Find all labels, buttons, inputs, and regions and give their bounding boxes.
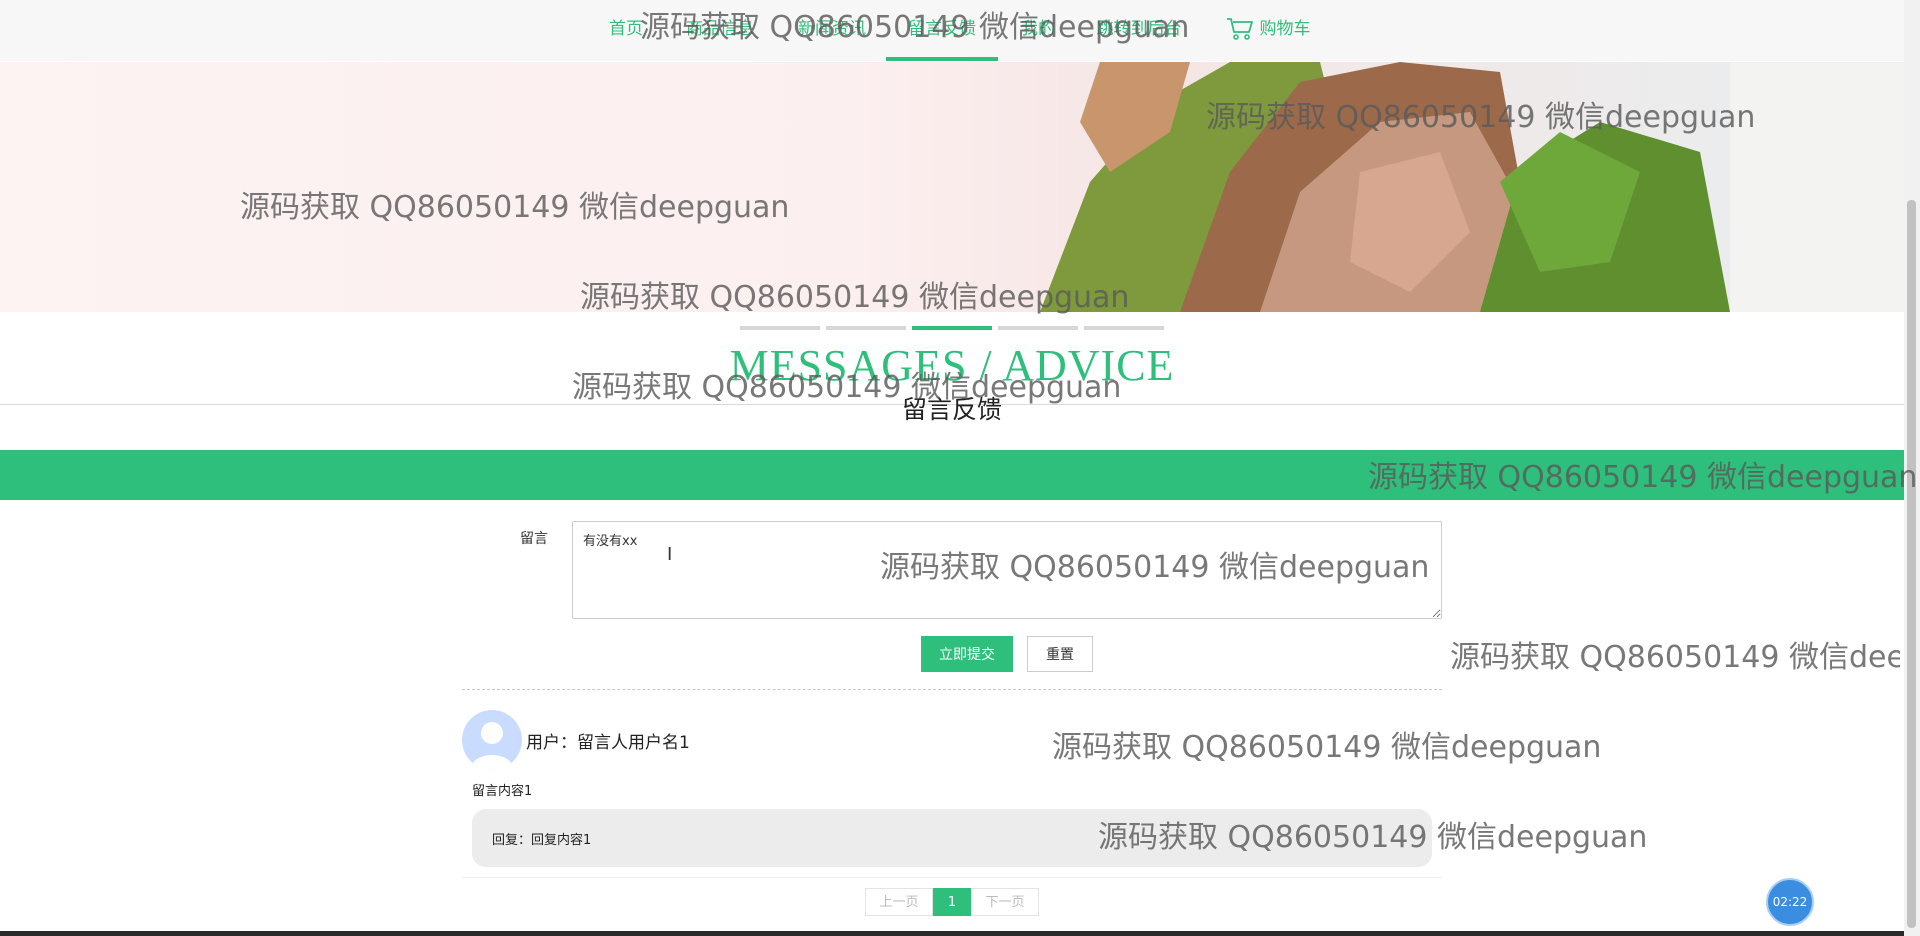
- scrollbar-thumb[interactable]: [1907, 200, 1916, 928]
- reply-box: 回复：回复内容1: [472, 809, 1432, 867]
- tab-bar: [998, 326, 1078, 330]
- green-band: [0, 450, 1904, 500]
- nav-messages[interactable]: 留言反馈: [886, 0, 998, 61]
- watermark: 源码获取 QQ86050149 微信deepguan: [1052, 730, 1602, 765]
- pagination-prev[interactable]: 上一页: [865, 888, 933, 916]
- reply-content: 回复内容1: [531, 833, 592, 848]
- bottom-edge: [0, 931, 1904, 936]
- nav-products[interactable]: 商品信息: [672, 0, 768, 61]
- nav-news[interactable]: 新闻资讯: [784, 0, 880, 61]
- tab-bar: [826, 326, 906, 330]
- divider: [462, 877, 1442, 878]
- nav-cart[interactable]: 购物车: [1222, 0, 1314, 61]
- banner-image: [0, 62, 1904, 312]
- nav-home[interactable]: 首页: [600, 0, 652, 61]
- message-content: 留言内容1: [472, 784, 533, 799]
- reset-button[interactable]: 重置: [1027, 636, 1093, 672]
- timer-badge[interactable]: 02:22: [1766, 878, 1814, 926]
- cart-label: 购物车: [1259, 19, 1311, 39]
- text-cursor-icon: I: [667, 544, 673, 565]
- reply-label: 回复：: [492, 833, 532, 848]
- avatar: [462, 710, 522, 770]
- cart-icon: [1226, 18, 1253, 40]
- divider: [462, 689, 1442, 690]
- watermark: 源码获取 QQ86050149 微信deepguan: [1450, 640, 1900, 675]
- submit-button[interactable]: 立即提交: [921, 636, 1013, 672]
- tab-bar: [740, 326, 820, 330]
- reply-text: 回复：回复内容1: [492, 829, 591, 848]
- section-title-cn: 留言反馈: [901, 395, 1002, 424]
- nav-mine[interactable]: 我的: [1010, 0, 1066, 61]
- section-title-en: MESSAGES / ADVICE: [729, 341, 1175, 390]
- tab-bar: [1084, 326, 1164, 330]
- user-avatar-icon: [470, 722, 514, 770]
- pagination-next[interactable]: 下一页: [971, 888, 1039, 916]
- message-textarea[interactable]: 有没有xx: [572, 521, 1442, 619]
- message-user: 用户：留言人用户名1: [526, 733, 690, 753]
- tab-bar-active: [912, 326, 992, 330]
- pagination-page[interactable]: 1: [933, 888, 971, 916]
- nav-admin[interactable]: 跳转到后台: [1086, 0, 1192, 61]
- message-label: 留言: [520, 531, 548, 547]
- top-nav: 首页 商品信息 新闻资讯 留言反馈 我的 跳转到后台 购物车: [0, 0, 1904, 61]
